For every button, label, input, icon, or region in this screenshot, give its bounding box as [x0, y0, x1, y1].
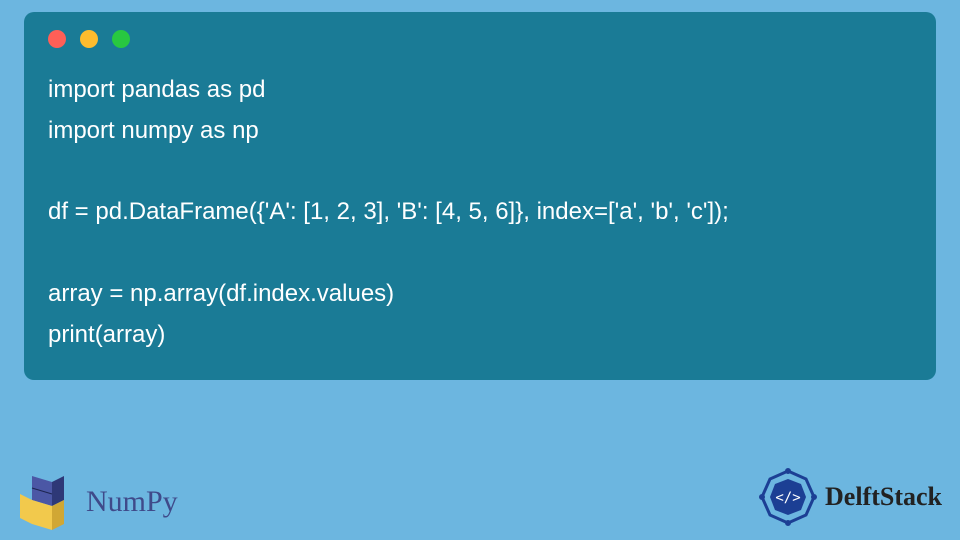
numpy-label: NumPy: [86, 485, 178, 519]
code-block: import pandas as pd import numpy as np d…: [48, 70, 912, 356]
delftstack-logo: </> DelftStack: [759, 468, 942, 526]
svg-text:</>: </>: [775, 490, 800, 506]
delftstack-badge-icon: </>: [759, 468, 817, 526]
window-traffic-lights: [48, 30, 912, 48]
numpy-logo: NumPy: [12, 470, 178, 534]
code-card: import pandas as pd import numpy as np d…: [24, 12, 936, 380]
minimize-icon: [80, 30, 98, 48]
numpy-cube-icon: [12, 470, 76, 534]
delftstack-label: DelftStack: [825, 482, 942, 512]
close-icon: [48, 30, 66, 48]
zoom-icon: [112, 30, 130, 48]
